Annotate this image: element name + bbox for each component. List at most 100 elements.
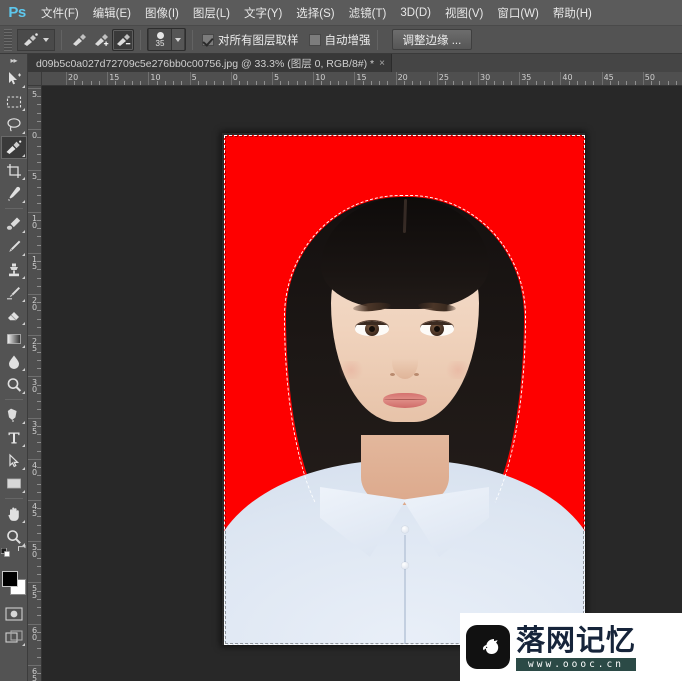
eye-right: [420, 321, 454, 336]
ruler-label: 50: [644, 73, 655, 82]
ruler-label: 5: [274, 73, 280, 82]
tool-expand-corner-icon: [21, 643, 25, 646]
menu-file[interactable]: 文件(F): [34, 0, 86, 26]
ruler-tick: [189, 72, 191, 85]
history-brush-tool[interactable]: [1, 281, 27, 304]
checkbox-unchecked-icon[interactable]: [308, 33, 321, 46]
options-bar-grip[interactable]: [4, 28, 12, 51]
ruler-tick: [642, 72, 644, 85]
tool-expand-corner-icon: [21, 322, 25, 325]
move-tool[interactable]: [1, 67, 27, 90]
foreground-color-swatch[interactable]: [1, 571, 18, 587]
menu-window[interactable]: 窗口(W): [490, 0, 546, 26]
tool-expand-corner-icon: [21, 230, 25, 233]
ruler-tick: [601, 72, 603, 85]
screen-mode-toggle[interactable]: [1, 625, 27, 648]
watermark-url: www.oooc.cn: [516, 657, 637, 671]
blur-tool[interactable]: [1, 350, 27, 373]
ruler-tick: [519, 72, 521, 85]
lasso-tool[interactable]: [1, 113, 27, 136]
menu-3d[interactable]: 3D(D): [393, 0, 438, 26]
ruler-tick: [28, 376, 41, 378]
auto-enhance-label: 自动增强: [324, 34, 371, 47]
mouth-line: [383, 399, 426, 400]
rectangle-tool[interactable]: [1, 472, 27, 495]
new-selection-button[interactable]: [68, 29, 90, 51]
neck: [360, 435, 449, 505]
brush-size-value: 35: [155, 39, 165, 48]
brush-dot-icon: [156, 32, 164, 39]
rectangular-marquee-tool[interactable]: [1, 90, 27, 113]
ruler-label: 45: [603, 73, 614, 82]
pen-tool[interactable]: [1, 403, 27, 426]
canvas-area[interactable]: [42, 86, 682, 681]
clone-stamp-tool[interactable]: [1, 258, 27, 281]
ruler-tick: [148, 72, 150, 85]
tool-expand-corner-icon: [21, 490, 25, 493]
options-divider-3: [192, 29, 193, 50]
ruler-tick: [28, 500, 41, 501]
brush-size-picker[interactable]: 35: [147, 28, 186, 51]
swap-colors-icon[interactable]: [17, 544, 27, 553]
menu-image[interactable]: 图像(I): [138, 0, 186, 26]
menu-help[interactable]: 帮助(H): [546, 0, 599, 26]
horizontal-ruler[interactable]: 20151050510152025303540455055: [42, 72, 682, 86]
menu-filter[interactable]: 滤镜(T): [342, 0, 394, 26]
checkbox-checked-icon[interactable]: [202, 33, 214, 46]
eyedropper-tool[interactable]: [1, 182, 27, 205]
gradient-tool[interactable]: [1, 327, 27, 350]
menu-type[interactable]: 文字(Y): [237, 0, 289, 26]
menu-layer[interactable]: 图层(L): [186, 0, 237, 26]
close-icon[interactable]: ×: [379, 58, 385, 69]
subtract-from-selection-button[interactable]: [112, 28, 134, 51]
horizontal-type-tool[interactable]: [1, 426, 27, 449]
quick-mask-toggle[interactable]: [1, 602, 27, 625]
brush-tool[interactable]: [1, 235, 27, 258]
auto-enhance-checkbox[interactable]: 自动增强: [308, 32, 371, 48]
tool-expand-corner-icon: [21, 108, 25, 111]
ruler-label: 0: [232, 73, 238, 82]
tool-expand-corner-icon: [21, 299, 25, 302]
tool-expand-corner-icon: [21, 276, 25, 279]
ruler-label: 25: [438, 73, 449, 82]
crop-tool[interactable]: [1, 159, 27, 182]
hand-tool[interactable]: [1, 502, 27, 525]
menu-select[interactable]: 选择(S): [289, 0, 341, 26]
tool-expand-corner-icon: [21, 200, 25, 203]
path-selection-tool[interactable]: [1, 449, 27, 472]
tools-divider-2: [4, 399, 23, 400]
default-colors-icon[interactable]: [0, 544, 10, 557]
mouth: [382, 393, 427, 408]
vertical-ruler[interactable]: 5 0 5 10 15 20 25 30 35 40 45 50 55 60 65: [28, 86, 42, 681]
tool-expand-corner-icon: [21, 85, 25, 88]
tool-preset-picker[interactable]: [17, 28, 55, 51]
ruler-label: 15: [109, 73, 120, 82]
ruler-tick: [395, 72, 397, 85]
tool-expand-corner-icon: [21, 391, 25, 394]
eyelid-right: [420, 321, 454, 325]
document-canvas[interactable]: [224, 135, 585, 645]
dodge-tool[interactable]: [1, 373, 27, 396]
ruler-corner[interactable]: [28, 72, 42, 86]
menu-view[interactable]: 视图(V): [438, 0, 490, 26]
chevron-down-icon[interactable]: [43, 37, 49, 42]
sample-all-layers-checkbox[interactable]: 对所有图层取样: [202, 32, 299, 48]
ruler-tick: [28, 129, 41, 131]
ruler-label: 35: [521, 73, 532, 82]
ruler-tick: [28, 458, 41, 460]
eraser-tool[interactable]: [1, 304, 27, 327]
collapse-panel-icon[interactable]: ▸▸: [0, 54, 28, 67]
document-tab[interactable]: d09b5c0a027d72709c5e276bb0c00756.jpg @ 3…: [28, 54, 392, 72]
add-to-selection-button[interactable]: [90, 29, 112, 51]
spot-healing-brush-tool[interactable]: [1, 212, 27, 235]
nostril-left: [390, 373, 395, 376]
menu-edit[interactable]: 编辑(E): [86, 0, 138, 26]
quick-selection-tool[interactable]: [0, 136, 27, 159]
nostril-right: [414, 373, 419, 376]
options-divider-1: [61, 29, 62, 50]
document-tab-title: d09b5c0a027d72709c5e276bb0c00756.jpg @ 3…: [36, 57, 375, 70]
brush-preview-icon: 35: [149, 29, 171, 50]
refine-edge-button[interactable]: 调整边缘 ...: [391, 29, 473, 50]
ruler-tick: [66, 72, 67, 85]
brush-dropdown-arrow[interactable]: [171, 29, 184, 50]
